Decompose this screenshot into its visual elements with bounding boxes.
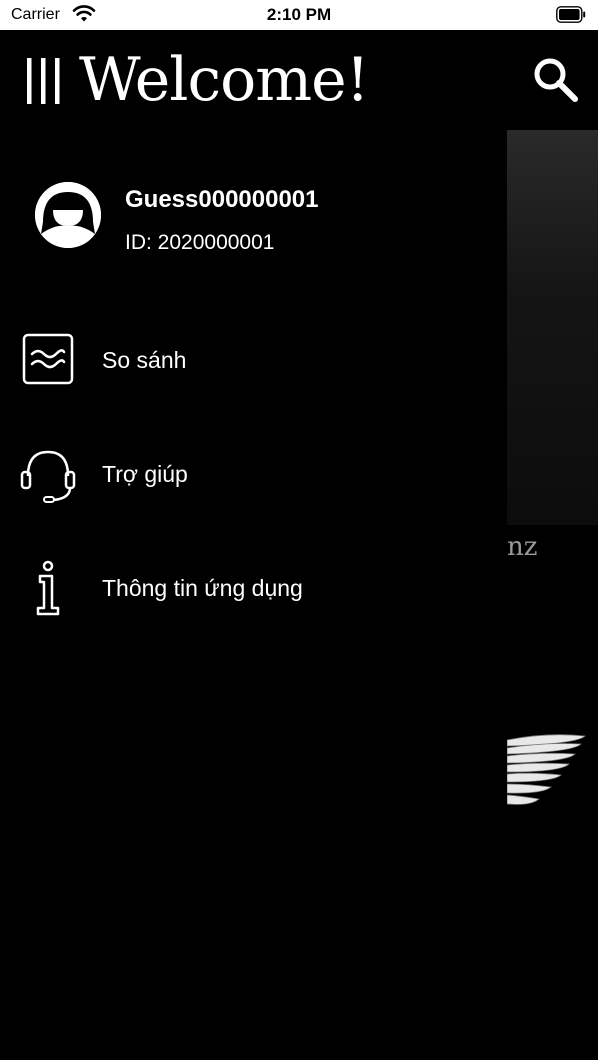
menu-item-help[interactable]: Trợ giúp (0, 444, 507, 524)
headset-icon (20, 450, 76, 503)
menu-item-compare[interactable]: So sánh (0, 330, 507, 410)
navigation-drawer: Welcome! Guess000000001 ID: 2020000001 S… (0, 30, 507, 1060)
compare-icon (22, 333, 74, 385)
battery-icon (556, 6, 586, 23)
user-id: ID: 2020000001 (125, 231, 275, 254)
wings-logo-icon (507, 734, 586, 805)
user-name: Guess000000001 (125, 186, 319, 213)
info-icon (36, 560, 60, 616)
menu-item-label: Thông tin ứng dụng (102, 575, 303, 601)
menu-item-app-info[interactable]: Thông tin ứng dụng (0, 558, 507, 638)
menu-item-label: So sánh (102, 347, 187, 373)
menu-icon[interactable] (25, 58, 63, 104)
status-bar: Carrier 2:10 PM (0, 0, 598, 30)
search-icon[interactable] (531, 55, 581, 105)
user-avatar-icon (35, 182, 101, 248)
background-banner-image[interactable] (507, 130, 598, 525)
status-time: 2:10 PM (266, 5, 332, 24)
avatar[interactable] (35, 182, 101, 248)
welcome-title: Welcome! (79, 45, 370, 115)
background-brand-text: nz (507, 532, 538, 562)
menu-item-label: Trợ giúp (102, 461, 188, 487)
